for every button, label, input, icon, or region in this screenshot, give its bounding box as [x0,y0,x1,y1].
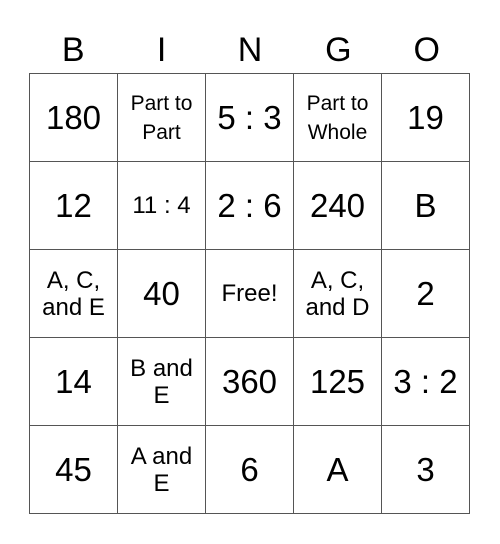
bingo-cell[interactable]: 14 [30,338,118,426]
bingo-cell-text: 240 [309,186,366,224]
bingo-cell[interactable]: 45 [30,426,118,514]
bingo-cell[interactable]: 3 [382,426,470,514]
bingo-cell[interactable]: 2 [382,250,470,338]
bingo-cell-text: 360 [221,362,278,400]
bingo-cell[interactable]: B [382,162,470,250]
bingo-cell[interactable]: 2 : 6 [206,162,294,250]
bingo-cell[interactable]: 11 : 4 [118,162,206,250]
bingo-cell[interactable]: Part to Part [118,74,206,162]
bingo-cell[interactable]: A [294,426,382,514]
header-letter-i: I [156,31,167,69]
bingo-cell-text: 180 [45,98,102,136]
bingo-cell-text: Part to Whole [306,91,369,144]
bingo-header: B I N G O [29,28,471,73]
header-letter-o: O [413,31,440,69]
bingo-cell-text: 3 [416,450,435,488]
header-letter-g: G [325,31,352,69]
bingo-cell-text: A, C, and D [305,266,370,321]
bingo-cell-text: B [414,186,437,224]
bingo-cell-text: 40 [143,274,180,312]
bingo-card-grid: 180 Part to Part 5 : 3 Part to Whole 19 12 11 … [29,73,470,514]
bingo-cell-text: 5 : 3 [217,98,282,136]
bingo-cell[interactable]: A, C, and E [30,250,118,338]
bingo-cell[interactable]: 40 [118,250,206,338]
bingo-cell-text: 12 [55,186,92,224]
header-letter-b: B [61,31,85,69]
bingo-cell-text: 2 [416,274,435,312]
bingo-cell[interactable]: 19 [382,74,470,162]
bingo-cell-text: 14 [55,362,92,400]
bingo-cell-text: 2 : 6 [217,186,282,224]
bingo-cell[interactable]: A and E [118,426,206,514]
bingo-cell-text: Free! [221,280,278,307]
bingo-cell[interactable]: 125 [294,338,382,426]
bingo-cell-text: A and E [130,442,193,497]
bingo-cell[interactable]: Part to Whole [294,74,382,162]
bingo-cell-text: 19 [407,98,444,136]
bingo-cell-text: Part to Part [130,91,193,144]
bingo-cell-text: 6 [240,450,259,488]
bingo-cell[interactable]: B and E [118,338,206,426]
bingo-cell-text: 45 [55,450,92,488]
bingo-cell-text: A, C, and E [42,266,105,321]
bingo-cell-text: 125 [309,362,366,400]
bingo-cell[interactable]: 12 [30,162,118,250]
bingo-cell-text: B and E [130,354,193,409]
bingo-cell[interactable]: A, C, and D [294,250,382,338]
bingo-cell[interactable]: 3 : 2 [382,338,470,426]
bingo-cell-text: 11 : 4 [132,192,191,219]
bingo-cell[interactable]: 5 : 3 [206,74,294,162]
bingo-cell[interactable]: 240 [294,162,382,250]
bingo-cell[interactable]: 360 [206,338,294,426]
bingo-cell-text: A [326,450,349,488]
free-space-cell[interactable]: Free! [206,250,294,338]
bingo-cell-text: 3 : 2 [393,362,458,400]
header-letter-n: N [237,31,263,69]
bingo-cell[interactable]: 6 [206,426,294,514]
bingo-cell[interactable]: 180 [30,74,118,162]
